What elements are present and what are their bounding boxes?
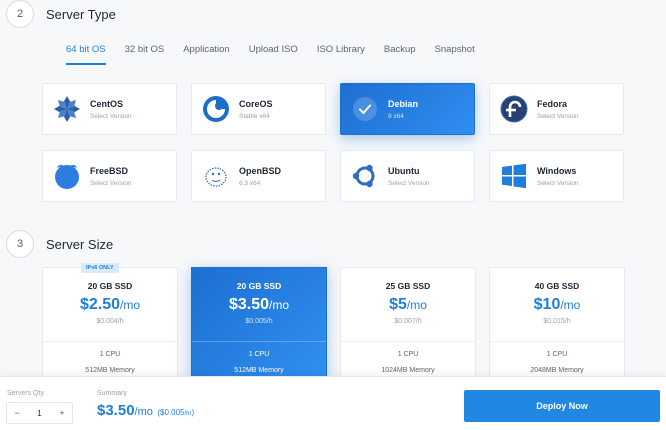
server-size-header: 3 Server Size	[6, 230, 113, 258]
servers-qty-label: Servers Qty	[7, 390, 44, 397]
plan-hourly: $0.015/h	[543, 318, 571, 325]
plan-card-40gb[interactable]: 40 GB SSD $10/mo $0.015/h 1 CPU 2048MB M…	[489, 267, 625, 379]
summary-hourly: ($0.005/hr)	[157, 408, 194, 417]
divider	[192, 341, 326, 342]
quantity-stepper: − 1 +	[6, 402, 73, 424]
coreos-icon	[201, 94, 231, 124]
plan-storage: 40 GB SSD	[534, 281, 580, 291]
plan-card-25gb[interactable]: 25 GB SSD $5/mo $0.007/h 1 CPU 1024MB Me…	[340, 267, 476, 379]
tab-backup[interactable]: Backup	[384, 44, 416, 65]
os-card-centos[interactable]: CentOS Select Version	[42, 83, 177, 135]
os-name: OpenBSD	[239, 165, 282, 176]
plan-price-amount: $3.50	[228, 296, 270, 313]
plan-memory: 2048MB Memory	[530, 367, 584, 374]
tab-upload-iso[interactable]: Upload ISO	[249, 44, 298, 65]
plan-storage: 20 GB SSD	[87, 281, 133, 291]
plan-price: $3.50/mo	[192, 296, 326, 314]
os-version: Select Version	[388, 179, 430, 187]
os-name: FreeBSD	[90, 165, 129, 176]
divider	[490, 341, 624, 342]
tab-64-bit-os[interactable]: 64 bit OS	[66, 44, 106, 65]
windows-icon	[499, 161, 529, 191]
summary-price-amount: $3.50	[97, 402, 135, 419]
os-card-fedora[interactable]: Fedora Select Version	[489, 83, 624, 135]
os-card-debian[interactable]: Debian 9 x64	[340, 83, 475, 135]
plan-price: $10/mo	[490, 296, 624, 314]
plan-price-amount: $2.50	[79, 296, 121, 313]
increment-button[interactable]: +	[52, 408, 72, 418]
tab-iso-library[interactable]: ISO Library	[317, 44, 365, 65]
plan-price-period: /mo	[120, 298, 141, 312]
plan-hourly: $0.004/h	[96, 318, 124, 325]
summary-hourly-unit: /hr	[184, 411, 192, 417]
summary-price: $3.50/mo ($0.005/hr)	[97, 402, 194, 420]
tab-application[interactable]: Application	[183, 44, 229, 65]
plan-memory: 512MB Memory	[85, 367, 135, 374]
deploy-now-button[interactable]: Deploy Now	[464, 390, 660, 422]
plan-price-amount: $5	[389, 296, 407, 313]
plan-price-period: /mo	[269, 298, 290, 312]
plan-memory: 1024MB Memory	[381, 367, 435, 374]
plan-card-20gb-ipv6[interactable]: IPv6 ONLY 20 GB SSD $2.50/mo $0.004/h 1 …	[42, 263, 178, 379]
plan-card-20gb[interactable]: 20 GB SSD $3.50/mo $0.005/h 1 CPU 512MB …	[191, 267, 327, 379]
tab-32-bit-os[interactable]: 32 bit OS	[125, 44, 165, 65]
os-version: 9 x64	[388, 112, 404, 120]
os-version: Select Version	[90, 179, 132, 187]
summary-label: Summary	[97, 390, 127, 397]
summary-price-period: /mo	[134, 406, 153, 418]
plan-price: $5/mo	[341, 296, 475, 314]
ipv6-only-badge: IPv6 ONLY	[81, 263, 119, 273]
tab-snapshot[interactable]: Snapshot	[435, 44, 475, 65]
os-name: Debian	[388, 98, 419, 109]
os-name: CoreOS	[239, 98, 273, 109]
section-title: Server Type	[46, 6, 116, 22]
plan-hourly: $0.005/h	[245, 318, 273, 325]
plan-price-period: /mo	[560, 298, 581, 312]
plan-memory: 512MB Memory	[234, 367, 284, 374]
plan-price-amount: $10	[533, 296, 561, 313]
plan-storage: 25 GB SSD	[385, 281, 431, 291]
os-version: Select Version	[537, 112, 579, 120]
plan-cpu: 1 CPU	[546, 351, 568, 358]
freebsd-icon	[52, 161, 82, 191]
os-version: Select Version	[537, 179, 579, 187]
os-name: Ubuntu	[388, 165, 420, 176]
fedora-icon	[499, 94, 529, 124]
step-number: 3	[6, 230, 34, 258]
os-card-freebsd[interactable]: FreeBSD Select Version	[42, 150, 177, 202]
os-tabs: 64 bit OS 32 bit OS Application Upload I…	[66, 44, 494, 65]
plan-price-period: /mo	[406, 298, 427, 312]
summary-hourly-close: )	[191, 408, 195, 417]
plan-storage: 20 GB SSD	[236, 281, 282, 291]
os-version: 6.3 x64	[239, 179, 261, 187]
os-name: CentOS	[90, 98, 124, 109]
os-name: Windows	[537, 165, 577, 176]
os-card-openbsd[interactable]: OpenBSD 6.3 x64	[191, 150, 326, 202]
deploy-footer: Servers Qty − 1 + Summary $3.50/mo ($0.0…	[0, 376, 666, 430]
summary-hourly-amount: ($0.005	[157, 408, 185, 417]
check-icon	[350, 94, 380, 124]
os-card-windows[interactable]: Windows Select Version	[489, 150, 624, 202]
divider	[341, 341, 475, 342]
plan-price: $2.50/mo	[43, 296, 177, 314]
plan-cpu: 1 CPU	[397, 351, 419, 358]
os-card-coreos[interactable]: CoreOS Stable x64	[191, 83, 326, 135]
ubuntu-icon	[350, 161, 380, 191]
centos-icon	[52, 94, 82, 124]
plan-hourly: $0.007/h	[394, 318, 422, 325]
os-version: Stable x64	[239, 112, 270, 120]
quantity-input[interactable]: 1	[27, 409, 52, 418]
decrement-button[interactable]: −	[7, 408, 27, 418]
os-card-ubuntu[interactable]: Ubuntu Select Version	[340, 150, 475, 202]
os-version: Select Version	[90, 112, 132, 120]
step-number: 2	[6, 0, 34, 28]
plan-cpu: 1 CPU	[99, 351, 121, 358]
server-type-header: 2 Server Type	[6, 0, 116, 28]
plan-cpu: 1 CPU	[248, 351, 270, 358]
divider	[43, 341, 177, 342]
section-title: Server Size	[46, 236, 114, 252]
os-name: Fedora	[537, 98, 568, 109]
openbsd-icon	[201, 161, 231, 191]
